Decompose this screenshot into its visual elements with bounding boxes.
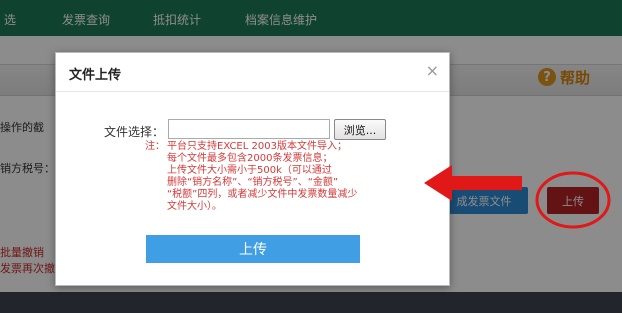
annotation-circle-icon <box>535 171 611 229</box>
annotation-arrow-icon <box>424 165 522 201</box>
annotation-overlay <box>424 165 611 229</box>
